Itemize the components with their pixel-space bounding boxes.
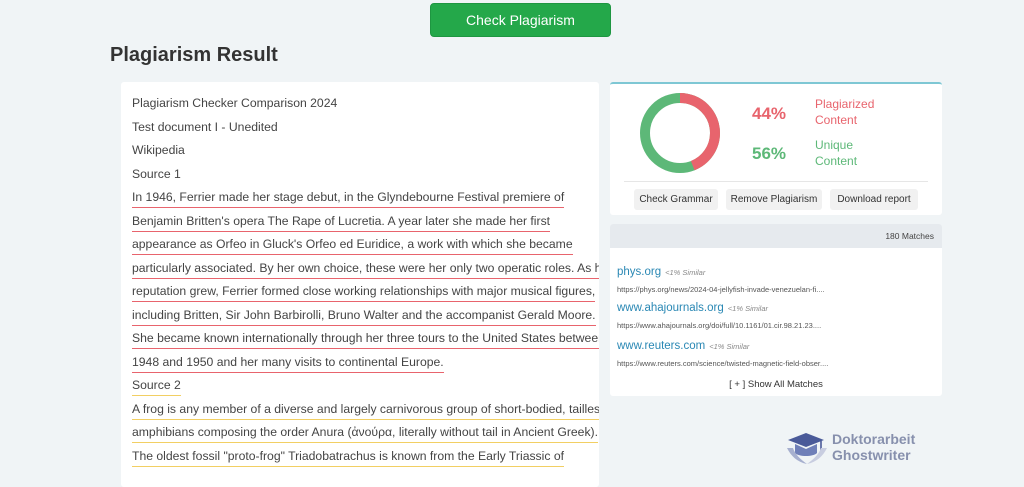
document-line: Source 2 (132, 374, 589, 398)
document-line: In 1946, Ferrier made her stage debut, i… (132, 186, 589, 210)
document-line-text: She became known internationally through… (132, 331, 599, 349)
graduation-cap-icon (787, 433, 827, 464)
page-title: Plagiarism Result (110, 44, 278, 66)
plagiarized-percent: 44% (752, 104, 787, 123)
document-line-text: including Britten, Sir John Barbirolli, … (132, 307, 596, 326)
remove-plagiarism-button[interactable]: Remove Plagiarism (726, 189, 822, 210)
divider (624, 181, 928, 182)
match-similarity: <1% Similar (727, 304, 768, 313)
logo-text: Doktorarbeit Ghostwriter (832, 431, 915, 463)
download-report-button[interactable]: Download report (830, 189, 918, 210)
match-item: phys.org <1% Similar https://phys.org/new… (617, 262, 825, 294)
match-item: www.reuters.com <1% Similar https://www.r… (617, 336, 828, 368)
document-line-text: Wikipedia (132, 143, 185, 157)
document-line-text: The oldest fossil "proto-frog" Triadobat… (132, 448, 565, 467)
check-grammar-button[interactable]: Check Grammar (634, 189, 718, 210)
document-line: Source 1 (132, 163, 589, 187)
logo-line-1: Doktorarbeit (832, 431, 916, 447)
match-url[interactable]: https://www.ahajournals.org/doi/full/10.… (617, 321, 821, 330)
document-line: 1948 and 1950 and her many visits to con… (132, 351, 589, 375)
document-line-text: A frog is any member of a diverse and la… (132, 401, 599, 420)
document-line: particularly associated. By her own choi… (132, 257, 599, 281)
document-line: reputation grew, Ferrier formed close wo… (132, 280, 596, 304)
document-line: Test document I - Unedited (132, 116, 589, 140)
match-similarity: <1% Similar (665, 268, 706, 277)
document-line: Wikipedia (132, 139, 589, 163)
matches-header: 180 Matches (610, 224, 942, 248)
check-plagiarism-button[interactable]: Check Plagiarism (430, 3, 611, 37)
match-title-link[interactable]: www.reuters.com (617, 340, 705, 352)
match-url[interactable]: https://phys.org/news/2024-04-jellyfish-… (617, 285, 825, 294)
plagiarized-label: Plagiarized Content (815, 97, 875, 127)
show-all-matches-button[interactable]: [ + ] Show All Matches (610, 379, 942, 390)
document-line: amphibians composing the order Anura (ἀν… (132, 421, 598, 445)
result-summary-panel: 44% Plagiarized Content 56% Unique Conte… (610, 82, 942, 215)
plagiarism-donut-chart (640, 93, 720, 173)
document-line: Plagiarism Checker Comparison 2024 (132, 92, 589, 116)
match-url[interactable]: https://www.reuters.com/science/twisted-… (617, 359, 828, 368)
document-line-text: Source 2 (132, 378, 181, 396)
document-line-text: appearance as Orfeo in Gluck's Orfeo ed … (132, 237, 573, 255)
matches-panel: 180 Matches phys.org <1% Similar https://… (610, 224, 942, 396)
document-line-text: amphibians composing the order Anura (ἀν… (132, 425, 598, 443)
document-line-text: In 1946, Ferrier made her stage debut, i… (132, 190, 565, 208)
unique-label: Unique Content (815, 138, 858, 168)
document-line: appearance as Orfeo in Gluck's Orfeo ed … (132, 233, 589, 257)
document-line-text: Plagiarism Checker Comparison 2024 (132, 96, 338, 110)
unique-percent: 56% (752, 144, 787, 163)
match-title-link[interactable]: phys.org (617, 266, 661, 278)
document-line-text: Test document I - Unedited (132, 119, 278, 134)
document-line-text: Source 1 (132, 166, 181, 181)
match-item: www.ahajournals.org <1% Similar https://w… (617, 298, 821, 330)
document-panel: Plagiarism Checker Comparison 2024 Test d… (121, 82, 599, 487)
document-line-text: Benjamin Britten's opera The Rape of Luc… (132, 213, 551, 232)
document-line-text: reputation grew, Ferrier formed close wo… (132, 284, 596, 302)
document-line-text: 1948 and 1950 and her many visits to con… (132, 354, 444, 373)
document-line: Benjamin Britten's opera The Rape of Luc… (132, 210, 589, 234)
matches-count: 180 Matches (885, 231, 934, 241)
document-line: The oldest fossil "proto-frog" Triadobat… (132, 445, 589, 469)
document-line-text: particularly associated. By her own choi… (132, 260, 599, 279)
logo-line-2: Ghostwriter (832, 447, 911, 463)
document-line: including Britten, Sir John Barbirolli, … (132, 304, 596, 328)
match-similarity: <1% Similar (709, 342, 750, 351)
document-line: She became known internationally through… (132, 327, 599, 351)
match-title-link[interactable]: www.ahajournals.org (617, 302, 724, 314)
doktorarbeit-logo: Doktorarbeit Ghostwriter (785, 428, 945, 468)
document-line: A frog is any member of a diverse and la… (132, 398, 599, 422)
